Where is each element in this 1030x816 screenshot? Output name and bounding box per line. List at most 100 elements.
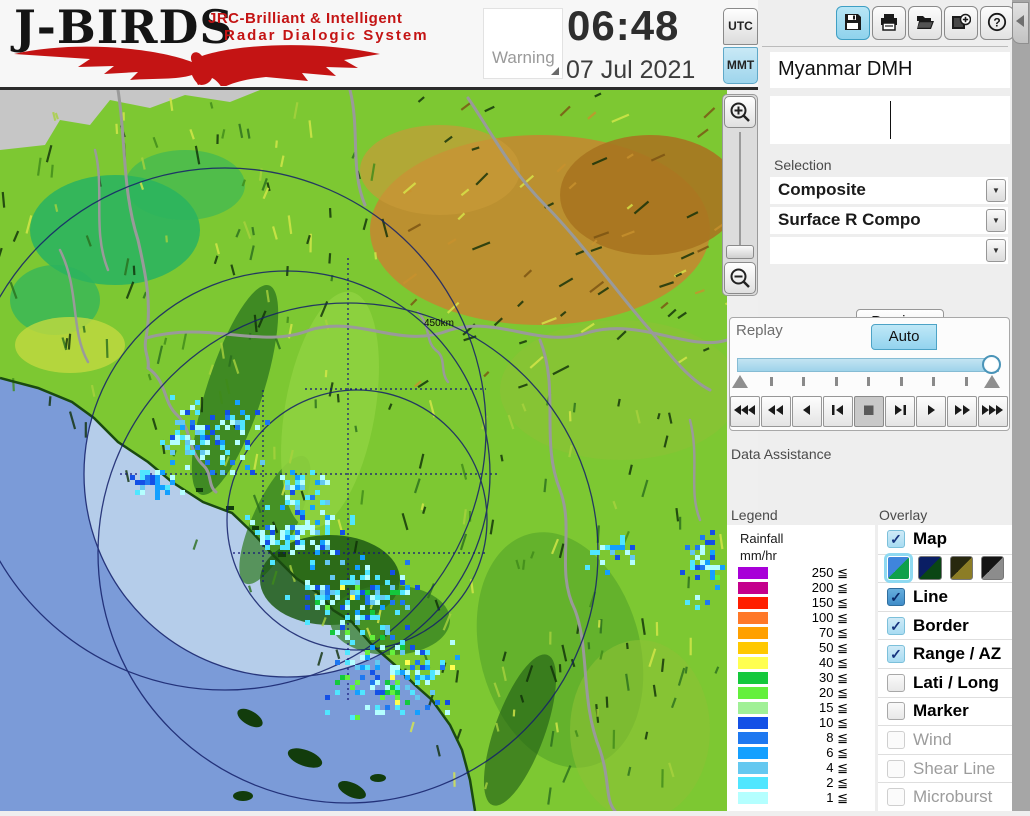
legend-row: 10 ≦ [731,715,869,730]
legend-value: 40 ≦ [768,655,848,671]
replay-label: Replay [736,322,783,339]
chevron-down-icon[interactable]: ▼ [986,209,1006,232]
play-button[interactable] [916,396,946,427]
zoom-slider-track[interactable] [739,132,741,256]
overlay-label: Overlay [879,507,927,523]
checkbox-shear-line[interactable] [887,760,905,778]
site-name-field: Myanmar DMH [770,52,1010,88]
rewind-button[interactable] [761,396,791,427]
legend-row: 20 ≦ [731,686,869,701]
legend-color-swatch [738,597,768,609]
legend-row: 70 ≦ [731,626,869,641]
auto-mode-button[interactable]: Auto [871,324,937,350]
overlay-row-lati-long: Lati / Long [878,668,1012,697]
legend-value: 20 ≦ [768,685,848,701]
rewind-fast-button[interactable] [730,396,760,427]
legend-value: 1 ≦ [768,790,848,806]
help-button[interactable]: ? [980,6,1014,40]
zoom-out-button[interactable] [724,262,756,294]
legend-row: 6 ≦ [731,745,869,760]
text-cursor [890,101,891,139]
chevron-down-icon[interactable]: ▼ [986,179,1006,202]
legend-label: Legend [731,507,778,523]
dropdown-product[interactable]: Surface R Compo ▼ [770,207,1008,234]
play-reverse-button[interactable] [792,396,822,427]
slider-tick [770,377,773,386]
legend-color-swatch [738,567,768,579]
radar-map[interactable]: 450km [0,90,727,811]
warning-button[interactable]: Warning [483,8,563,79]
legend-value: 30 ≦ [768,670,848,686]
legend-color-swatch [738,747,768,759]
zoom-in-button[interactable] [724,96,756,128]
range-end-marker[interactable] [984,375,1000,388]
overlay-row-map: ✓Map [878,525,1012,554]
save-button[interactable] [836,6,870,40]
overlay-panel: ✓Map✓Line✓Border✓Range / AZLati / LongMa… [878,525,1012,811]
legend-value: 2 ≦ [768,775,848,791]
map-style-option-2[interactable] [918,556,941,580]
timezone-mmt-button[interactable]: MMT [723,47,758,84]
legend-unit: mm/hr [740,548,777,563]
legend-color-swatch [738,642,768,654]
timezone-utc-button[interactable]: UTC [723,8,758,45]
save-icon [843,12,863,35]
data-assistance-label: Data Assistance [731,446,831,462]
open-button[interactable] [908,6,942,40]
checkbox-marker[interactable] [887,702,905,720]
stop-button[interactable] [854,396,884,427]
checkbox-microburst[interactable] [887,788,905,806]
forward-button[interactable] [947,396,977,427]
checkbox-border[interactable]: ✓ [887,617,905,635]
legend-row: 250 ≦ [731,566,869,581]
skip-forward-button[interactable] [885,396,915,427]
legend-value: 10 ≦ [768,715,848,731]
forward-fast-icon [981,404,1005,419]
legend-row: 200 ≦ [731,581,869,596]
clock-date: 07 Jul 2021 [566,56,695,85]
open-icon [915,12,935,35]
rewind-icon [764,404,788,419]
overlay-row-microburst: Microburst [878,782,1012,811]
chevron-down-icon[interactable]: ▼ [986,239,1006,262]
play-icon [919,404,943,419]
checkbox-wind[interactable] [887,731,905,749]
zoom-slider-handle[interactable] [726,245,754,259]
dropdown-option-value [770,237,986,264]
logo-tagline-1: JRC-Brilliant & Intelligent [208,10,402,27]
dropdown-option[interactable]: ▼ [770,237,1008,264]
legend-value: 8 ≦ [768,730,848,746]
legend-color-swatch [738,777,768,789]
legend-value: 15 ≦ [768,700,848,716]
magnifier-minus-icon [729,267,751,289]
legend-row: 2 ≦ [731,775,869,790]
print-button[interactable] [872,6,906,40]
overlay-row-shear-line: Shear Line [878,754,1012,783]
skip-back-button[interactable] [823,396,853,427]
legend-row: 50 ≦ [731,641,869,656]
legend-color-swatch [738,702,768,714]
checkbox-map[interactable]: ✓ [887,530,905,548]
stop-icon [857,404,881,419]
map-style-row [878,554,1012,583]
map-style-option-1[interactable] [887,556,910,580]
overlay-row-wind: Wind [878,725,1012,754]
map-style-option-3[interactable] [950,556,973,580]
replay-progress-bar[interactable] [737,358,999,372]
add-view-button[interactable] [944,6,978,40]
map-style-option-4[interactable] [981,556,1004,580]
legend-row: 40 ≦ [731,656,869,671]
replay-slider-handle[interactable] [982,355,1001,374]
checkbox-range-az[interactable]: ✓ [887,645,905,663]
slider-tick [932,377,935,386]
dropdown-category-value: Composite [770,177,986,204]
checkbox-line[interactable]: ✓ [887,588,905,606]
forward-fast-button[interactable] [978,396,1008,427]
range-start-marker[interactable] [732,375,748,388]
panel-collapse-strip[interactable] [1012,0,1030,811]
legend-value: 200 ≦ [768,580,848,596]
slider-tick [835,377,838,386]
dropdown-category[interactable]: Composite ▼ [770,177,1008,204]
legend-color-swatch [738,657,768,669]
checkbox-lati-long[interactable] [887,674,905,692]
